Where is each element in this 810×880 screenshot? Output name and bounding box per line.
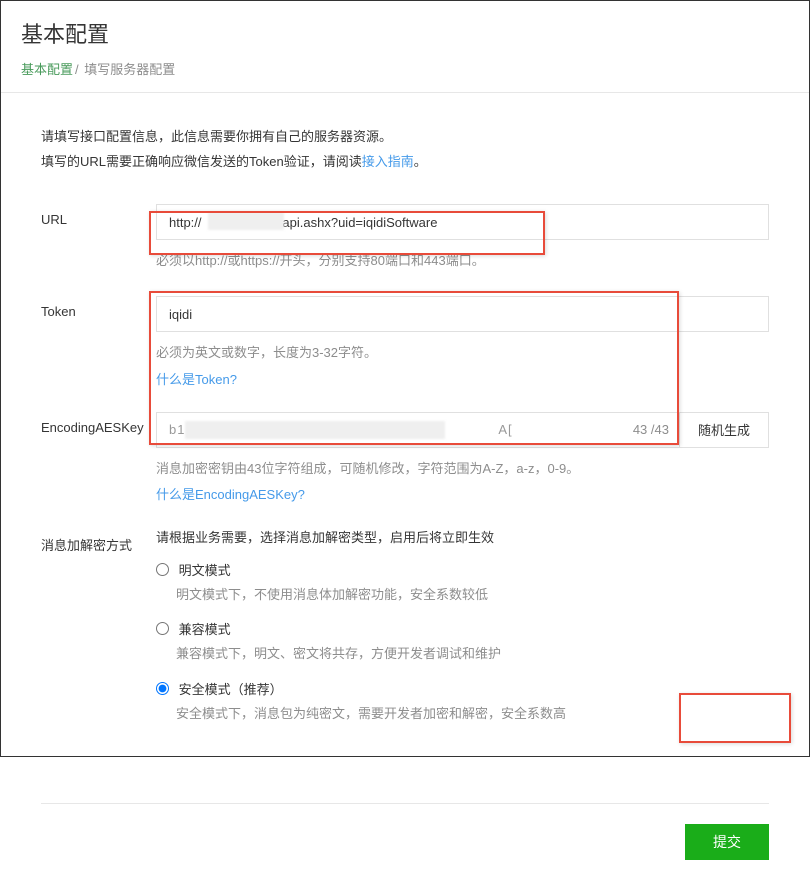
- token-label: Token: [41, 296, 156, 319]
- breadcrumb: 基本配置/ 填写服务器配置: [1, 59, 809, 93]
- aes-counter: 43 /43: [623, 422, 679, 437]
- aes-input[interactable]: [157, 413, 623, 447]
- encrypt-radio-secure[interactable]: [156, 682, 169, 695]
- aes-help-link[interactable]: 什么是EncodingAESKey?: [156, 484, 769, 503]
- encrypt-radio-secure-label[interactable]: 安全模式（推荐）: [179, 682, 283, 697]
- breadcrumb-current: 填写服务器配置: [84, 62, 175, 77]
- intro-line2: 填写的URL需要正确响应微信发送的Token验证，请阅读接入指南。: [41, 150, 769, 175]
- intro-text: 请填写接口配置信息，此信息需要你拥有自己的服务器资源。 填写的URL需要正确响应…: [41, 125, 769, 174]
- page-title: 基本配置: [1, 1, 809, 59]
- breadcrumb-separator: /: [75, 62, 79, 77]
- encrypt-radio-plaintext[interactable]: [156, 563, 169, 576]
- encrypt-radio-compat[interactable]: [156, 622, 169, 635]
- encrypt-intro: 请根据业务需要，选择消息加解密类型，启用后将立即生效: [156, 527, 769, 546]
- aes-random-button[interactable]: 随机生成: [679, 413, 768, 447]
- token-hint: 必须为英文或数字，长度为3-32字符。: [156, 342, 769, 364]
- url-hint: 必须以http://或https://开头，分别支持80端口和443端口。: [156, 250, 769, 272]
- aes-label: EncodingAESKey: [41, 412, 156, 435]
- breadcrumb-root-link[interactable]: 基本配置: [21, 62, 73, 77]
- encrypt-plaintext-desc: 明文模式下，不使用消息体加解密功能，安全系数较低: [176, 585, 769, 606]
- encrypt-secure-desc: 安全模式下，消息包为纯密文，需要开发者加密和解密，安全系数高: [176, 704, 769, 725]
- token-help-link[interactable]: 什么是Token?: [156, 369, 769, 388]
- encrypt-compat-desc: 兼容模式下，明文、密文将共存，方便开发者调试和维护: [176, 644, 769, 665]
- url-label: URL: [41, 204, 156, 227]
- url-input[interactable]: [156, 204, 769, 240]
- intro-line1: 请填写接口配置信息，此信息需要你拥有自己的服务器资源。: [41, 125, 769, 150]
- encrypt-label: 消息加解密方式: [41, 527, 156, 554]
- access-guide-link[interactable]: 接入指南: [362, 154, 414, 169]
- encrypt-radio-compat-label[interactable]: 兼容模式: [179, 622, 231, 637]
- submit-button[interactable]: 提交: [685, 824, 769, 860]
- aes-hint: 消息加密密钥由43位字符组成，可随机修改，字符范围为A-Z，a-z，0-9。: [156, 458, 769, 480]
- encrypt-radio-plaintext-label[interactable]: 明文模式: [179, 563, 231, 578]
- token-input[interactable]: [156, 296, 769, 332]
